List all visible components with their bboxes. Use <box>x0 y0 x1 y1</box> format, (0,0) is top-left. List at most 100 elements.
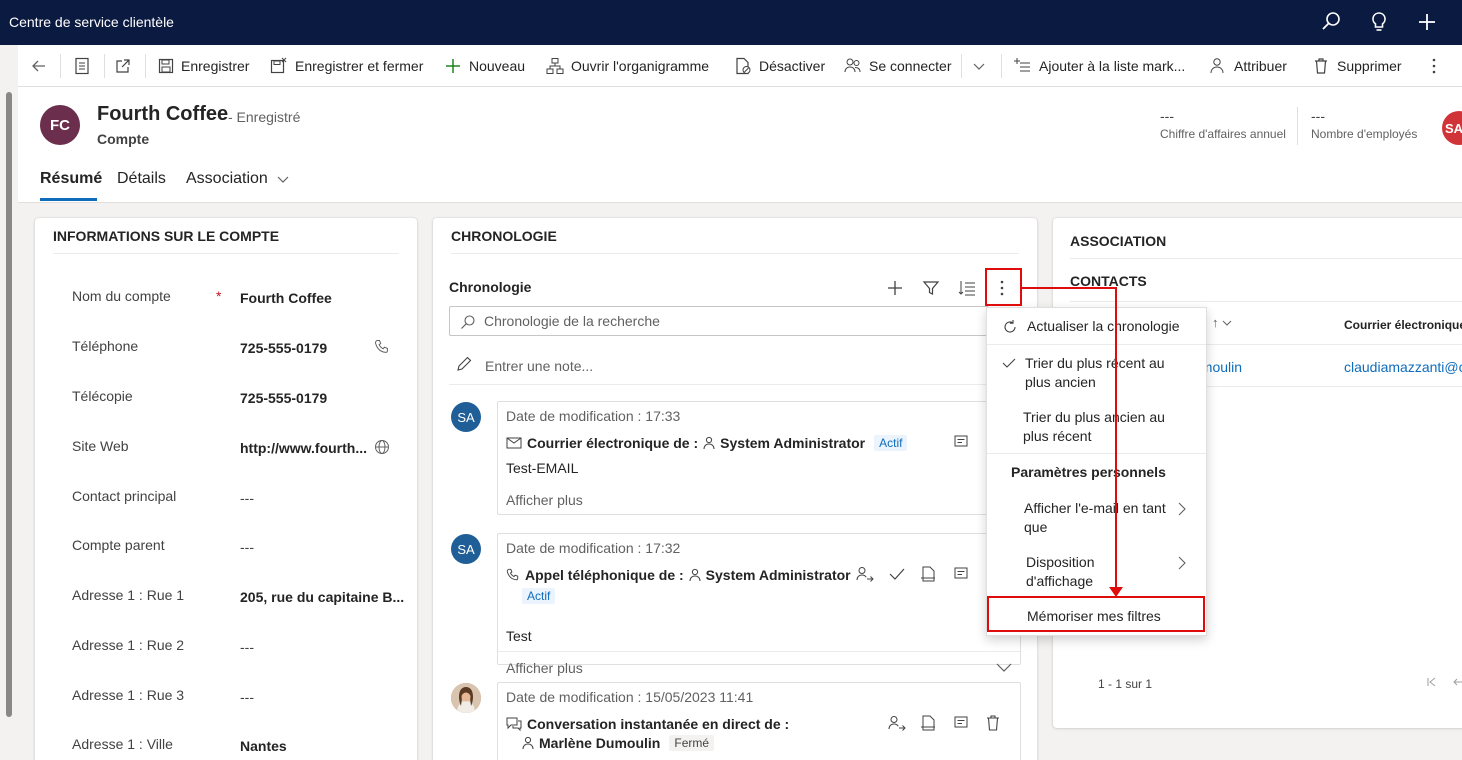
save-button[interactable]: Enregistrer <box>158 45 249 87</box>
open-in-window-icon <box>116 59 130 73</box>
entry-sender[interactable]: System Administrator <box>706 567 851 583</box>
menu-item-refresh[interactable]: Actualiser la chronologie <box>987 308 1206 344</box>
entry-title-row: Conversation instantanée en direct de : <box>506 716 789 732</box>
divider <box>1297 107 1298 145</box>
divider <box>1070 301 1462 302</box>
checkmark-icon[interactable] <box>888 566 906 582</box>
add-to-list-label: Ajouter à la liste mark... <box>1039 58 1186 74</box>
field-value-street-1[interactable]: 205, rue du capitaine B... <box>240 589 404 605</box>
delete-button[interactable]: Supprimer <box>1312 45 1402 87</box>
show-more-link[interactable]: Afficher plus <box>506 660 583 676</box>
menu-item-display-layout[interactable]: Disposition d'affichage <box>987 544 1206 598</box>
plus-icon[interactable] <box>1415 10 1439 34</box>
timeline-search-input[interactable]: Chronologie de la recherche <box>449 306 989 336</box>
tab-details[interactable]: Détails <box>117 170 166 188</box>
person-icon <box>703 436 715 450</box>
active-tab-indicator <box>40 198 97 201</box>
convert-icon[interactable] <box>920 566 938 582</box>
open-record-icon[interactable] <box>954 567 968 581</box>
timeline-card: CHRONOLOGIE Chronologie Chronologie de l… <box>433 218 1037 760</box>
divider <box>987 453 1206 454</box>
entry-sender[interactable]: Marlène Dumoulin <box>539 735 660 751</box>
open-record-icon[interactable] <box>954 435 968 449</box>
menu-item-sort-oldest-label-1: Trier du plus ancien au <box>1023 409 1165 425</box>
field-value-website[interactable]: http://www.fourth... <box>240 440 367 456</box>
entry-date: Date de modification : 15/05/2023 11:41 <box>506 689 754 705</box>
owner-avatar[interactable]: SA <box>1442 111 1462 145</box>
menu-item-show-email[interactable]: Afficher l'e-mail en tant que <box>987 490 1206 544</box>
record-header: FC Fourth Coffee - Enregistré Compte ---… <box>18 87 1462 203</box>
more-commands-button[interactable] <box>1427 45 1441 87</box>
phone-icon[interactable] <box>374 339 390 355</box>
entry-sender-row: Marlène Dumoulin Fermé <box>522 735 715 751</box>
timeline-entry-email[interactable]: Date de modification : 17:33 Courrier él… <box>497 401 1021 515</box>
new-button[interactable]: Nouveau <box>444 45 525 87</box>
menu-item-sort-newest[interactable]: Trier du plus récent au plus ancien <box>987 345 1206 398</box>
record-entity-type: Compte <box>97 131 150 147</box>
callout-arrow-vertical <box>1115 287 1117 589</box>
previous-page-icon[interactable] <box>1452 676 1462 688</box>
field-value-phone[interactable]: 725-555-0179 <box>240 340 327 356</box>
assign-icon[interactable] <box>856 566 874 582</box>
timeline-entry-live-chat[interactable]: Date de modification : 15/05/2023 11:41 … <box>497 682 1021 760</box>
convert-icon[interactable] <box>920 715 938 731</box>
assign-icon[interactable] <box>888 715 906 731</box>
save-icon <box>158 58 174 74</box>
add-to-marketing-list-button[interactable]: Ajouter à la liste mark... <box>1014 45 1185 87</box>
page-scrollbar[interactable] <box>6 92 12 717</box>
assign-button[interactable]: Attribuer <box>1209 45 1287 87</box>
trash-icon[interactable] <box>985 714 1001 732</box>
status-badge: Fermé <box>669 735 715 751</box>
entry-date: Date de modification : 17:33 <box>506 408 681 424</box>
sort-column-header[interactable]: ↑ <box>1212 315 1232 330</box>
connect-button[interactable]: Se connecter <box>844 45 952 87</box>
command-bar: Enregistrer Enregistrer et fermer Nouvea… <box>18 45 1462 87</box>
field-value-street-3[interactable]: --- <box>240 689 254 705</box>
back-button[interactable] <box>30 45 48 87</box>
org-chart-button[interactable]: Ouvrir l'organigramme <box>546 45 709 87</box>
divider <box>449 384 1021 385</box>
field-value-city[interactable]: Nantes <box>240 738 287 754</box>
search-icon[interactable] <box>1319 10 1343 34</box>
tab-summary[interactable]: Résumé <box>40 170 102 188</box>
field-value-street-2[interactable]: --- <box>240 639 254 655</box>
first-page-icon[interactable] <box>1426 676 1438 688</box>
filter-icon[interactable] <box>922 279 940 297</box>
chevron-right-icon <box>1178 502 1186 516</box>
column-header-email[interactable]: Courrier électronique <box>1344 318 1462 332</box>
person-icon <box>689 568 701 582</box>
top-navigation-bar: Centre de service clientèle <box>0 0 1462 45</box>
field-value-account-name[interactable]: Fourth Coffee <box>240 290 332 306</box>
lightbulb-icon[interactable] <box>1367 10 1391 34</box>
chat-icon <box>506 717 522 731</box>
delete-label: Supprimer <box>1337 58 1402 74</box>
deactivate-button[interactable]: Désactiver <box>734 45 825 87</box>
open-in-new-window-button[interactable] <box>114 45 132 87</box>
menu-item-sort-oldest[interactable]: Trier du plus ancien au plus récent <box>987 399 1206 452</box>
tab-association[interactable]: Association <box>186 170 290 188</box>
connect-dropdown-button[interactable] <box>971 45 987 87</box>
menu-item-sort-oldest-label-2: plus récent <box>1023 428 1092 444</box>
field-value-primary-contact[interactable]: --- <box>240 490 254 506</box>
form-view-button[interactable] <box>74 45 90 87</box>
save-and-close-button[interactable]: Enregistrer et fermer <box>270 45 423 87</box>
timeline-entry-phone-call[interactable]: Date de modification : 17:32 Appel télép… <box>497 533 1021 676</box>
refresh-icon <box>1004 320 1016 333</box>
field-value-parent-account[interactable]: --- <box>240 539 254 555</box>
app-title[interactable]: Centre de service clientèle <box>9 14 174 30</box>
menu-item-show-email-label-1: Afficher l'e-mail en tant <box>1024 500 1166 516</box>
show-more-link[interactable]: Afficher plus <box>506 492 583 508</box>
open-record-icon[interactable] <box>954 716 968 730</box>
entry-sender[interactable]: System Administrator <box>720 435 865 451</box>
globe-icon[interactable] <box>374 439 390 455</box>
entry-title: Courrier électronique de : <box>527 435 699 451</box>
callout-more-button-highlight <box>985 268 1022 306</box>
contact-email-link[interactable]: claudiamazzanti@c <box>1344 359 1462 375</box>
field-value-fax[interactable]: 725-555-0179 <box>240 390 327 406</box>
sort-lines-icon[interactable] <box>958 279 976 297</box>
note-input[interactable]: Entrer une note... <box>485 358 593 374</box>
person-icon <box>1210 58 1224 74</box>
timeline-add-icon[interactable] <box>886 279 904 297</box>
add-list-icon <box>1014 58 1030 72</box>
chevron-down-icon[interactable] <box>996 661 1012 673</box>
